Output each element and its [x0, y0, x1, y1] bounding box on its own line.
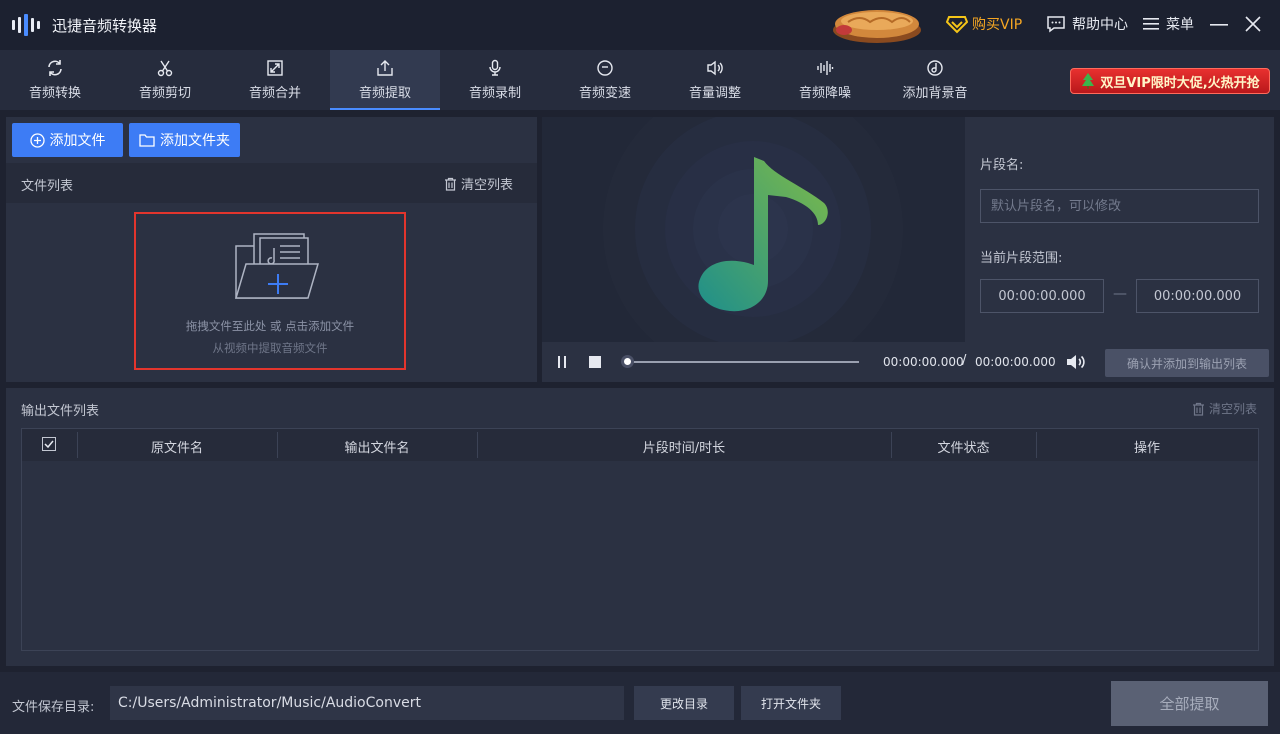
volume-icon: [707, 60, 723, 76]
current-time: 00:00:00.000: [883, 355, 964, 369]
add-folder-icon[interactable]: [232, 232, 320, 306]
segment-range-label: 当前片段范围:: [980, 251, 1063, 266]
add-file-button[interactable]: 添加文件: [12, 123, 123, 157]
help-center-label: 帮助中心: [1072, 17, 1128, 33]
tab-label: 音频变速: [578, 86, 631, 101]
extract-icon: [377, 60, 393, 76]
output-list-title: 输出文件列表: [21, 404, 100, 419]
tab-volume-adjust[interactable]: 音量调整: [660, 50, 770, 110]
tab-noise-reduction[interactable]: 音频降噪: [770, 50, 880, 110]
speed-icon: [597, 60, 613, 76]
column-output-name: 输出文件名: [344, 441, 410, 456]
add-file-label: 添加文件: [49, 133, 106, 149]
tab-label: 音频提取: [358, 86, 411, 101]
range-end-input[interactable]: 00:00:00.000: [1136, 279, 1259, 313]
drop-hint: 拖拽文件至此处 或 点击添加文件: [185, 319, 355, 333]
column-file-status: 文件状态: [937, 441, 990, 456]
music-disc-icon: [927, 60, 943, 76]
microphone-icon: [489, 59, 501, 76]
tab-audio-merge[interactable]: 音频合并: [220, 50, 330, 110]
vip-diamond-icon: [946, 16, 968, 34]
trash-icon: [1193, 402, 1204, 416]
file-list-label: 文件列表: [21, 179, 74, 194]
music-note-icon: [603, 117, 903, 342]
column-actions: 操作: [1133, 441, 1160, 456]
waveform-icon: [817, 61, 834, 75]
clear-output-list-button[interactable]: 清空列表: [1192, 400, 1257, 417]
open-folder-button[interactable]: 打开文件夹: [741, 686, 841, 720]
time-separator: /: [962, 353, 967, 368]
promo-banner-label: 双旦VIP限时大促,火热开抢: [1100, 75, 1260, 91]
select-all-checkbox[interactable]: [42, 437, 56, 451]
range-start-input[interactable]: 00:00:00.000: [980, 279, 1104, 313]
folder-icon: [139, 134, 155, 147]
tab-audio-speed[interactable]: 音频变速: [550, 50, 660, 110]
segment-name-label: 片段名:: [980, 158, 1024, 173]
hamburger-icon: [1143, 18, 1159, 30]
volume-icon[interactable]: [1065, 352, 1087, 372]
promo-banner[interactable]: 双旦VIP限时大促,火热开抢: [1070, 68, 1270, 94]
chat-bubble-icon: [1047, 16, 1065, 33]
refresh-icon: [48, 60, 62, 76]
buy-vip-label: 购买VIP: [972, 17, 1023, 33]
progress-handle[interactable]: [621, 355, 634, 368]
add-folder-button[interactable]: 添加文件夹: [129, 123, 240, 157]
segment-name-input[interactable]: [980, 189, 1259, 223]
progress-track[interactable]: [626, 361, 859, 363]
total-time: 00:00:00.000: [975, 355, 1056, 369]
tab-add-background-music[interactable]: 添加背景音: [880, 50, 990, 110]
buy-vip-link[interactable]: 购买VIP: [946, 14, 1022, 34]
merge-icon: [267, 60, 283, 76]
save-directory-label: 文件保存目录:: [12, 700, 95, 715]
clear-output-list-label: 清空列表: [1209, 402, 1258, 416]
add-folder-label: 添加文件夹: [160, 133, 230, 149]
stop-icon[interactable]: [589, 356, 601, 368]
trash-icon: [445, 177, 456, 191]
tab-label: 音频录制: [468, 86, 521, 101]
promo-pastry-icon[interactable]: [830, 4, 924, 46]
minimize-icon[interactable]: [1208, 12, 1230, 36]
save-directory-input[interactable]: [110, 686, 624, 720]
confirm-add-to-output-button[interactable]: 确认并添加到输出列表: [1105, 349, 1269, 377]
app-title: 迅捷音频转换器: [52, 17, 158, 35]
close-icon[interactable]: [1242, 12, 1264, 36]
help-center-link[interactable]: 帮助中心: [1046, 14, 1128, 34]
output-table: [21, 428, 1259, 651]
tab-label: 音频合并: [248, 86, 301, 101]
extract-all-button[interactable]: 全部提取: [1111, 681, 1268, 726]
tab-audio-extract[interactable]: 音频提取: [330, 50, 440, 110]
pause-icon[interactable]: [558, 356, 572, 368]
tab-label: 音频降噪: [798, 86, 851, 101]
scissors-icon: [157, 60, 173, 77]
clear-file-list-button[interactable]: 清空列表: [444, 174, 513, 193]
menu-link[interactable]: 菜单: [1142, 14, 1194, 34]
drop-subhint: 从视频中提取音频文件: [212, 341, 328, 355]
tab-audio-cut[interactable]: 音频剪切: [110, 50, 220, 110]
tab-audio-record[interactable]: 音频录制: [440, 50, 550, 110]
column-original-name: 原文件名: [150, 441, 203, 456]
app-logo-icon: [12, 12, 42, 38]
change-directory-button[interactable]: 更改目录: [634, 686, 734, 720]
tree-icon: [1082, 73, 1095, 89]
plus-circle-icon: [29, 132, 45, 148]
tab-label: 音量调整: [688, 86, 741, 101]
column-segment-duration: 片段时间/时长: [642, 441, 726, 456]
menu-label: 菜单: [1166, 17, 1194, 33]
tab-label: 音频转换: [28, 86, 81, 101]
tab-label: 音频剪切: [138, 86, 191, 101]
range-separator: —: [1113, 286, 1127, 302]
tab-label: 添加背景音: [902, 86, 968, 101]
tab-audio-convert[interactable]: 音频转换: [0, 50, 110, 110]
clear-file-list-label: 清空列表: [461, 178, 514, 193]
